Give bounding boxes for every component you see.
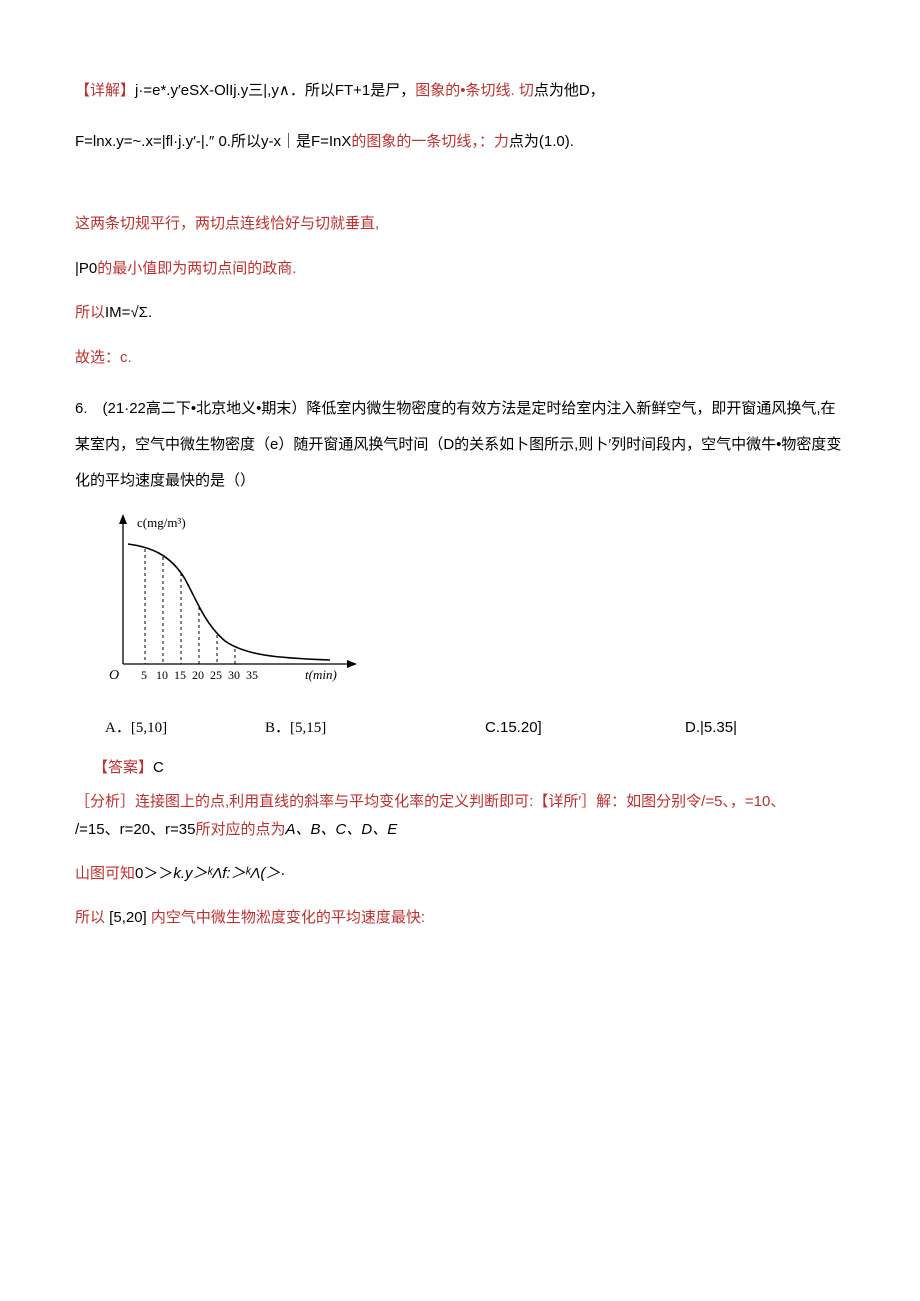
option-a-label: A． — [105, 720, 131, 736]
q6-source: (21·22高二下•北京地义•期末） — [103, 400, 307, 417]
conclusion-line: 所以 [5,20] 内空气中微生物淞度变化的平均速度最快: — [75, 907, 845, 930]
concl-interval: [5,20] — [105, 909, 151, 926]
detail-paragraph-1: 【详解】j·=e*.y′eSX-OlIj.y三|,y∧．所以FT+1是尸，图象的… — [75, 80, 845, 103]
chart-svg: c(mg/m³) 5 10 15 20 25 30 35 O t(min) — [95, 509, 395, 694]
detail-text-2a: F=lnx.y=~.x=|fl·j.y′-|.″ 0.所以y-x｜是F=InX — [75, 133, 351, 150]
min-value-line: |P0的最小值即为两切点间的政商. — [75, 258, 845, 281]
chart-y-label: c(mg/m³) — [137, 515, 186, 530]
detail-text-1c: 点为他D， — [534, 82, 605, 99]
chart-figure: c(mg/m³) 5 10 15 20 25 30 35 O t(min) — [95, 509, 845, 702]
slope-expr: 0＞＞ — [135, 865, 173, 882]
option-b-label: B． — [265, 720, 290, 736]
analysis-text-1: ［分析］连接图上的点,利用直线的斜率与平均变化率的定义判断即可:【详所′］解：如… — [75, 793, 785, 810]
detail-label: 【详解】 — [75, 82, 135, 99]
option-c-text: C.15.20] — [485, 719, 542, 736]
analysis-text-2a: /=15、r=20、r=35 — [75, 821, 196, 838]
detail-text-1b: 图象的•条切线. 切 — [415, 82, 534, 99]
analysis-paragraph: ［分析］连接图上的点,利用直线的斜率与平均变化率的定义判断即可:【详所′］解：如… — [75, 788, 845, 845]
answer-label: 【答案】 — [93, 759, 153, 776]
answer-line: 【答案】C — [93, 757, 845, 780]
concl-text: 内空气中微生物淞度变化的平均速度最快: — [151, 909, 425, 926]
chart-tick-25: 25 — [210, 668, 222, 682]
slope-prefix: 山图可知 — [75, 865, 135, 882]
q6-number: 6. — [75, 400, 103, 417]
detail-text-2c: 点为(1.0). — [509, 133, 574, 150]
analysis-text-2b: 所对应的点为 — [196, 821, 286, 838]
p0-text: |P0 — [75, 260, 97, 277]
detail-text-1a: j·=e*.y′eSX-OlIj.y三|,y∧．所以FT+1是尸， — [135, 82, 415, 99]
chart-origin-label: O — [109, 668, 119, 683]
question-6: 6. (21·22高二下•北京地义•期末）降低室内微生物密度的有效方法是定时给室… — [75, 391, 845, 499]
so-label: 所以 — [75, 304, 105, 321]
option-c: C.15.20] — [485, 717, 685, 740]
slope-line: 山图可知0＞＞k.y＞ᵏΛf:＞ᵏΛ(＞· — [75, 863, 845, 886]
chart-tick-20: 20 — [192, 668, 204, 682]
option-d: D.|5.35| — [685, 717, 737, 740]
chart-tick-5: 5 — [141, 668, 147, 682]
concl-so: 所以 — [75, 909, 105, 926]
chart-x-label: t(min) — [305, 667, 337, 682]
chart-tick-30: 30 — [228, 668, 240, 682]
detail-text-2b: 的图象的一条切线，：力 — [351, 133, 509, 150]
option-b-value: [5,15] — [290, 720, 326, 736]
options-row: A．[5,10] B．[5,15] C.15.20] D.|5.35| — [75, 717, 845, 740]
result-line: 所以IM=√Σ. — [75, 302, 845, 325]
option-b: B．[5,15] — [265, 717, 485, 740]
chart-tick-35: 35 — [246, 668, 258, 682]
slope-expr-i: k.y＞ᵏΛf:＞ᵏΛ(＞· — [173, 865, 285, 882]
min-value-red: 的最小值即为两切点间的政商. — [97, 260, 296, 277]
option-a: A．[5,10] — [105, 717, 265, 740]
option-a-value: [5,10] — [131, 720, 167, 736]
parallel-tangent-line: 这两条切规平行，两切点连线恰好与切就垂直, — [75, 213, 845, 236]
result-value: IM=√Σ. — [105, 304, 152, 321]
answer-value: C — [153, 759, 164, 776]
choice-line: 故选：c. — [75, 347, 845, 370]
chart-tick-10: 10 — [156, 668, 168, 682]
chart-tick-15: 15 — [174, 668, 186, 682]
analysis-text-2c: A、B、C、D、E — [286, 821, 398, 838]
option-d-text: D.|5.35| — [685, 719, 737, 736]
detail-paragraph-2: F=lnx.y=~.x=|fl·j.y′-|.″ 0.所以y-x｜是F=InX的… — [75, 131, 845, 154]
